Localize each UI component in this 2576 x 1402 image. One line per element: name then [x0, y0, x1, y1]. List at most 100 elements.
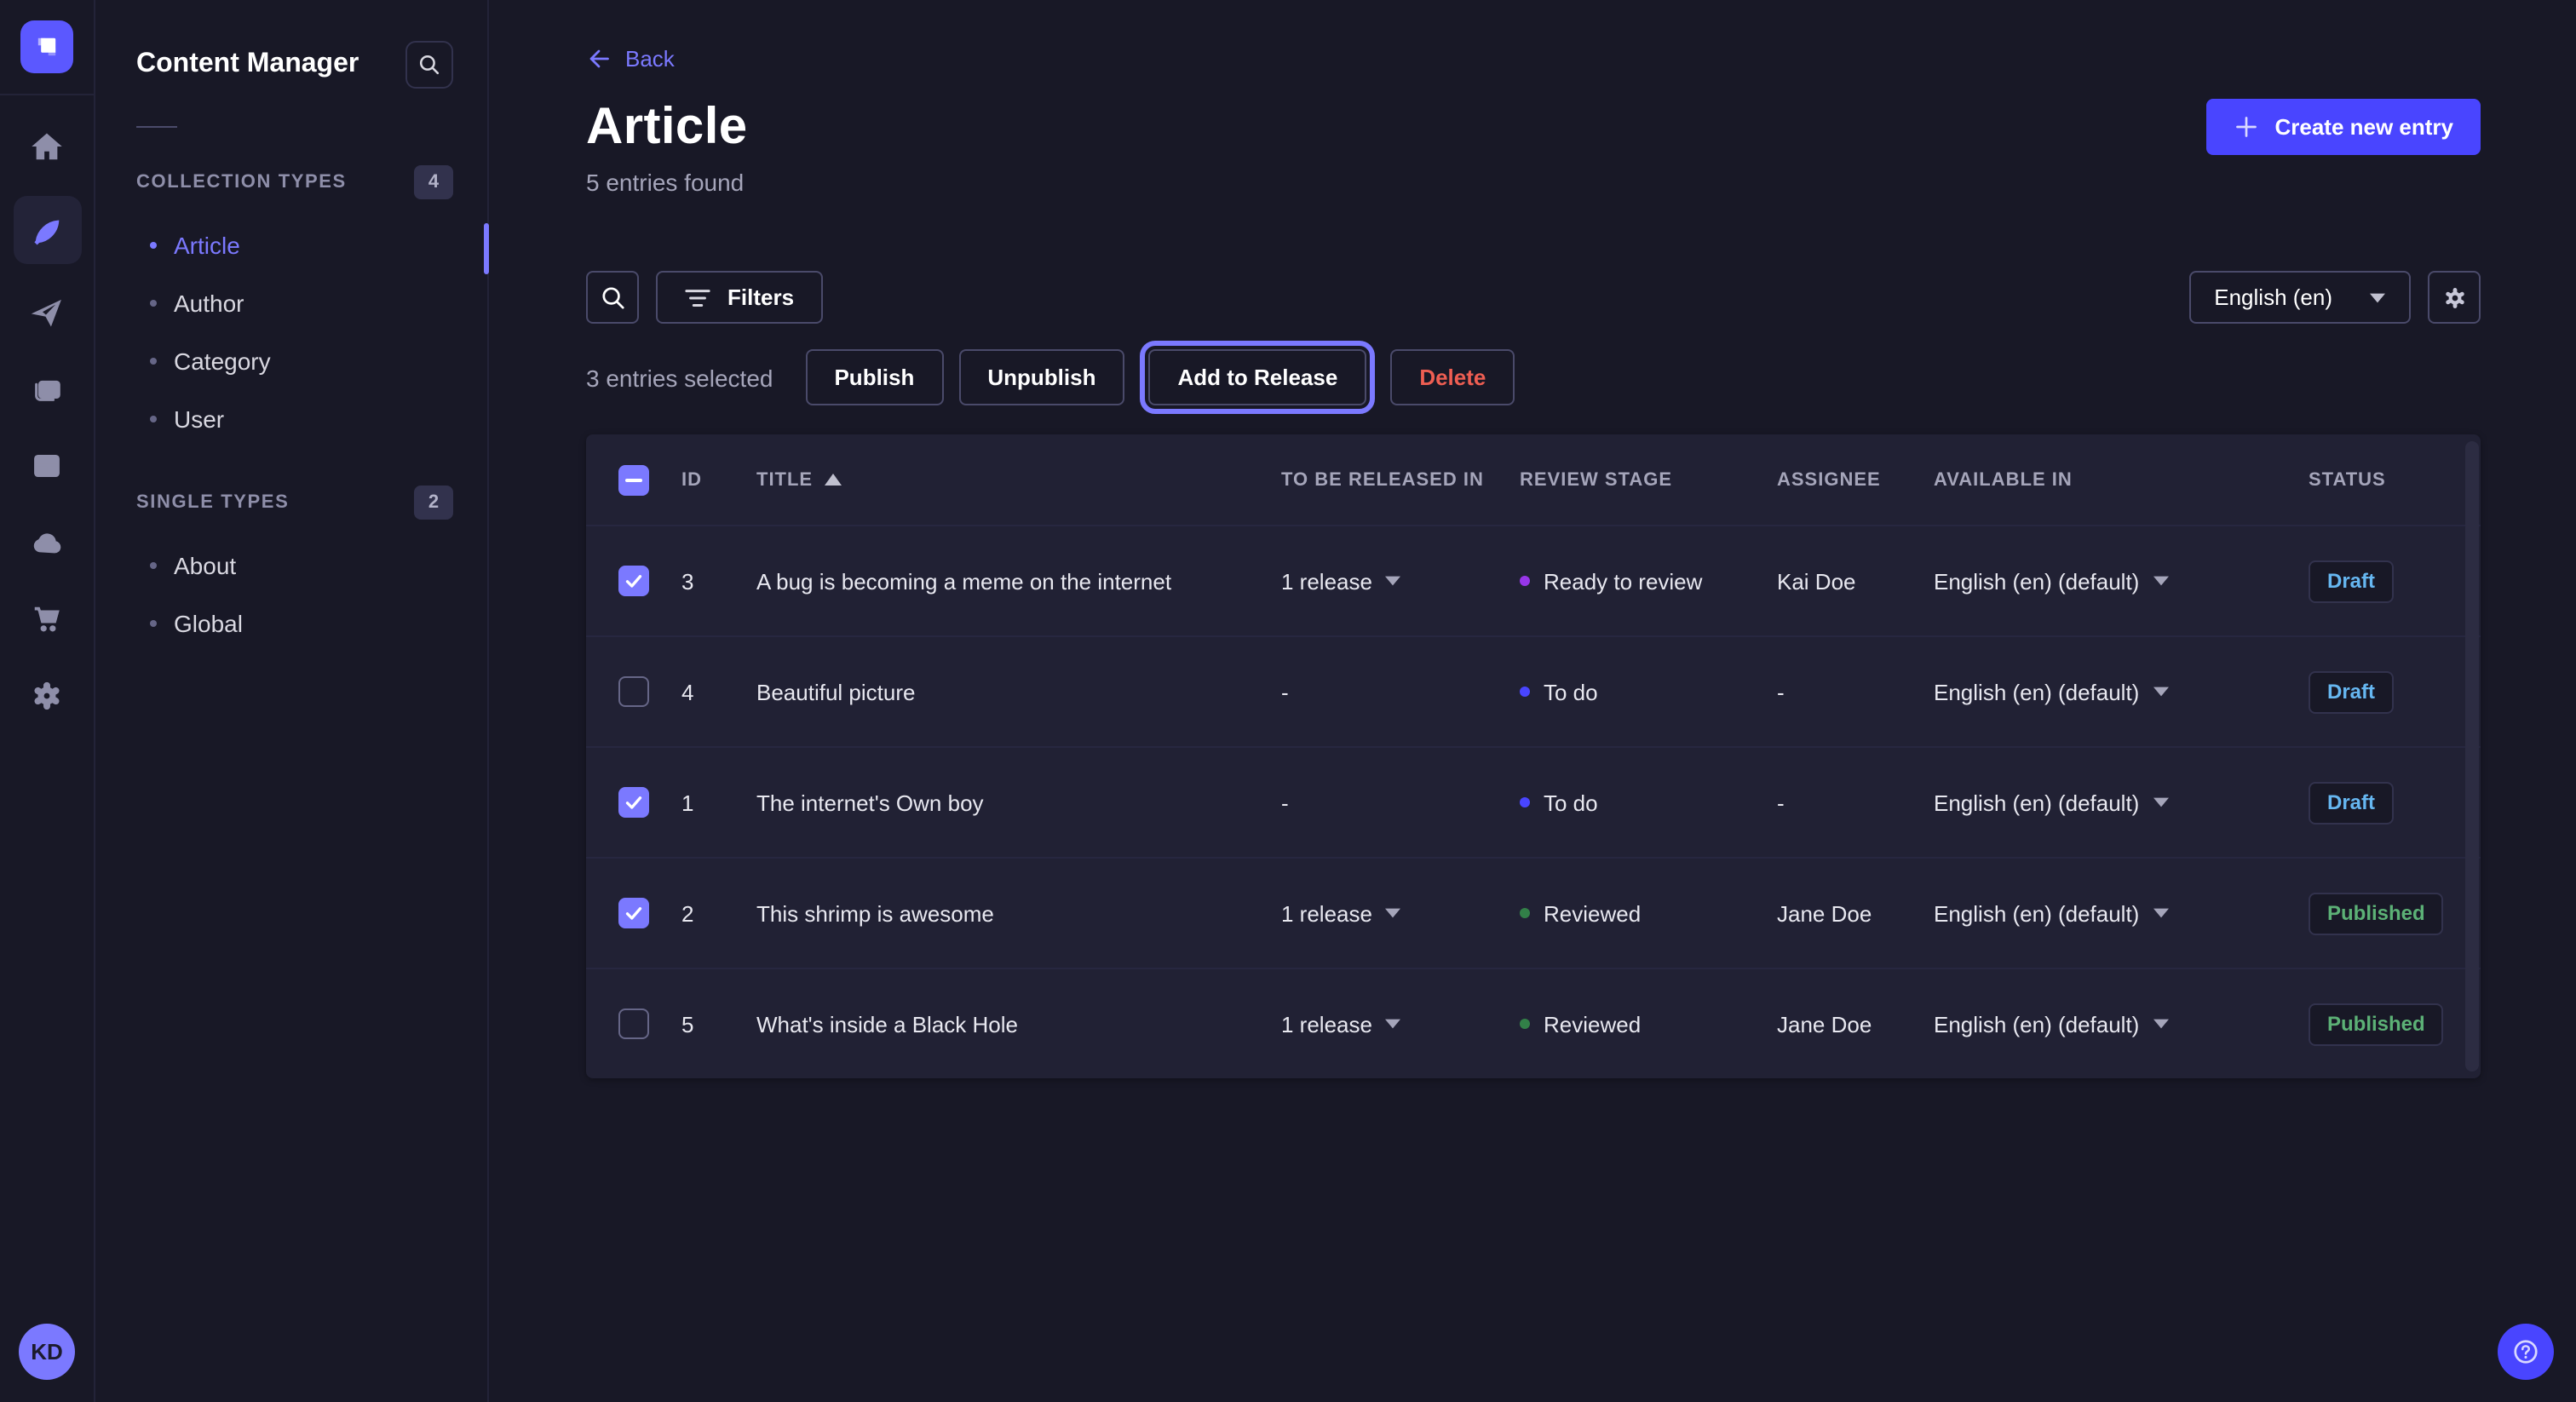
- rail-divider: [0, 94, 94, 95]
- table-row[interactable]: 4 Beautiful picture - To do - English (e…: [586, 635, 2481, 746]
- cell-review-stage: Reviewed: [1520, 1011, 1777, 1037]
- back-label: Back: [625, 46, 675, 72]
- indeterminate-dash-icon: [625, 478, 642, 481]
- chevron-down-icon: [2153, 1019, 2168, 1029]
- select-all-checkbox[interactable]: [618, 464, 649, 495]
- content-manager-nav-button[interactable]: [13, 196, 81, 264]
- chevron-down-icon: [1386, 576, 1401, 586]
- releases-nav-button[interactable]: [13, 284, 81, 341]
- table-row[interactable]: 1 The internet's Own boy - To do - Engli…: [586, 746, 2481, 857]
- cell-release[interactable]: 1 release: [1281, 568, 1520, 594]
- status-badge: Draft: [2309, 670, 2394, 713]
- filter-icon: [685, 287, 710, 307]
- locale-selected-value: English (en): [2214, 284, 2332, 310]
- cell-release[interactable]: 1 release: [1281, 1011, 1520, 1037]
- row-checkbox[interactable]: [618, 787, 649, 818]
- stage-dot: [1520, 576, 1530, 586]
- marketplace-nav-button[interactable]: [13, 591, 81, 647]
- cell-title: Beautiful picture: [756, 679, 1281, 704]
- cell-release[interactable]: 1 release: [1281, 900, 1520, 926]
- user-avatar[interactable]: KD: [19, 1324, 75, 1380]
- table-row[interactable]: 2 This shrimp is awesome 1 release Revie…: [586, 857, 2481, 968]
- cell-title: This shrimp is awesome: [756, 900, 1281, 926]
- table-scrollbar[interactable]: [2465, 441, 2479, 1072]
- cell-available-in[interactable]: English (en) (default): [1934, 1011, 2309, 1037]
- cell-id: 2: [681, 900, 756, 926]
- table-row[interactable]: 3 A bug is becoming a meme on the intern…: [586, 525, 2481, 635]
- sidebar-search-button[interactable]: [405, 41, 453, 89]
- collection-types-count-badge: 4: [414, 165, 453, 199]
- chevron-down-icon: [2153, 908, 2168, 918]
- sidebar-item-about[interactable]: About: [95, 537, 487, 595]
- images-icon: [31, 373, 63, 405]
- sidebar-item-label: About: [174, 552, 236, 579]
- column-header-status[interactable]: STATUS: [2309, 469, 2481, 490]
- chevron-down-icon: [1386, 908, 1401, 918]
- column-header-stage[interactable]: REVIEW STAGE: [1520, 469, 1777, 490]
- cell-status: Draft: [2309, 560, 2481, 602]
- create-new-entry-button[interactable]: Create new entry: [2206, 99, 2481, 155]
- cell-review-stage: Ready to review: [1520, 568, 1777, 594]
- cell-assignee: Jane Doe: [1777, 900, 1934, 926]
- column-header-release[interactable]: TO BE RELEASED IN: [1281, 469, 1520, 490]
- row-checkbox[interactable]: [618, 1008, 649, 1039]
- sidebar-item-global[interactable]: Global: [95, 595, 487, 652]
- delete-button[interactable]: Delete: [1390, 349, 1515, 405]
- cell-review-stage: To do: [1520, 790, 1777, 815]
- layout-icon: [31, 450, 63, 482]
- selection-count: 3 entries selected: [586, 364, 773, 391]
- cell-release: -: [1281, 790, 1520, 815]
- table-header-row: ID TITLE TO BE RELEASED IN REVIEW STAGE …: [586, 434, 2481, 525]
- cell-assignee: Kai Doe: [1777, 568, 1934, 594]
- settings-nav-button[interactable]: [13, 668, 81, 724]
- sidebar-divider: [136, 126, 177, 128]
- status-badge: Draft: [2309, 560, 2394, 602]
- cell-available-in[interactable]: English (en) (default): [1934, 900, 2309, 926]
- sidebar-item-user[interactable]: User: [95, 390, 487, 448]
- table-row[interactable]: 5 What's inside a Black Hole 1 release R…: [586, 968, 2481, 1078]
- sidebar-item-category[interactable]: Category: [95, 332, 487, 390]
- row-checkbox[interactable]: [618, 676, 649, 707]
- help-button[interactable]: [2498, 1324, 2554, 1380]
- cell-status: Published: [2309, 892, 2481, 934]
- cell-id: 5: [681, 1011, 756, 1037]
- cell-assignee: -: [1777, 679, 1934, 704]
- column-header-id[interactable]: ID: [681, 469, 756, 490]
- publish-button[interactable]: Publish: [805, 349, 943, 405]
- unpublish-button[interactable]: Unpublish: [958, 349, 1124, 405]
- stage-dot: [1520, 908, 1530, 918]
- back-link[interactable]: Back: [586, 46, 675, 72]
- bullet-icon: [150, 358, 157, 365]
- cell-available-in[interactable]: English (en) (default): [1934, 790, 2309, 815]
- content-type-builder-nav-button[interactable]: [13, 438, 81, 494]
- add-to-release-button[interactable]: Add to Release: [1148, 349, 1366, 405]
- search-button[interactable]: [586, 271, 639, 324]
- collection-types-section: COLLECTION TYPES 4 Article Author Catego…: [95, 165, 487, 448]
- filters-button[interactable]: Filters: [656, 271, 823, 324]
- gear-icon: [2441, 284, 2468, 311]
- list-settings-button[interactable]: [2428, 271, 2481, 324]
- cell-assignee: -: [1777, 790, 1934, 815]
- filters-label: Filters: [727, 284, 794, 310]
- row-checkbox[interactable]: [618, 898, 649, 928]
- cell-review-stage: To do: [1520, 679, 1777, 704]
- column-header-available[interactable]: AVAILABLE IN: [1934, 469, 2309, 490]
- cell-review-stage: Reviewed: [1520, 900, 1777, 926]
- cloud-nav-button[interactable]: [13, 514, 81, 571]
- sidebar-item-article[interactable]: Article: [95, 216, 487, 274]
- chevron-down-icon: [2153, 687, 2168, 697]
- sidebar-item-author[interactable]: Author: [95, 274, 487, 332]
- sidebar-item-label: Global: [174, 610, 243, 637]
- app-window: KD Content Manager COLLECTION TYPES 4 Ar…: [0, 0, 2576, 1402]
- page-title: Article: [586, 99, 748, 157]
- status-badge: Published: [2309, 1003, 2444, 1045]
- strapi-logo[interactable]: [20, 20, 73, 73]
- locale-select[interactable]: English (en): [2188, 271, 2411, 324]
- column-header-title[interactable]: TITLE: [756, 469, 1281, 490]
- media-library-nav-button[interactable]: [13, 361, 81, 417]
- cell-available-in[interactable]: English (en) (default): [1934, 679, 2309, 704]
- column-header-assignee[interactable]: ASSIGNEE: [1777, 469, 1934, 490]
- cell-available-in[interactable]: English (en) (default): [1934, 568, 2309, 594]
- home-nav-button[interactable]: [13, 119, 81, 175]
- row-checkbox[interactable]: [618, 566, 649, 596]
